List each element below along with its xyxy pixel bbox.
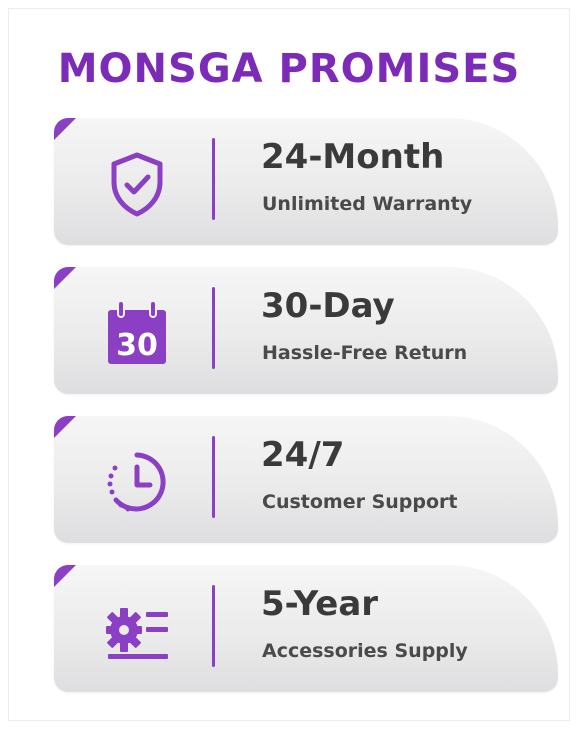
corner-accent xyxy=(54,267,76,289)
divider xyxy=(212,585,215,667)
promise-card-warranty: 24-Month Unlimited Warranty xyxy=(54,118,558,245)
clock-icon xyxy=(107,452,166,512)
promise-title: 24-Month xyxy=(261,137,445,177)
corner-accent xyxy=(54,565,76,587)
corner-accent xyxy=(54,118,76,140)
page-title: MONSGA PROMISES xyxy=(57,46,521,92)
shield-check-icon xyxy=(111,152,163,217)
promise-card-accessories: 5-Year Accessories Supply xyxy=(54,565,558,692)
promise-title: 30-Day xyxy=(261,286,395,326)
promise-subtitle: Hassle-Free Return xyxy=(262,342,468,364)
promise-subtitle: Customer Support xyxy=(262,491,458,513)
divider xyxy=(212,436,215,518)
promise-subtitle: Unlimited Warranty xyxy=(262,193,473,215)
divider xyxy=(212,138,215,220)
divider xyxy=(212,287,215,369)
gear-list-icon xyxy=(106,608,168,659)
promise-card-return: 30 30-Day Hassle-Free Return xyxy=(54,267,558,394)
promise-title: 5-Year xyxy=(261,584,379,624)
promise-title: 24/7 xyxy=(261,435,345,475)
corner-accent xyxy=(54,416,76,438)
promise-subtitle: Accessories Supply xyxy=(262,640,468,662)
calendar-number: 30 xyxy=(116,328,158,363)
promise-card-support: 24/7 Customer Support xyxy=(54,416,558,543)
calendar-icon: 30 xyxy=(108,300,166,364)
